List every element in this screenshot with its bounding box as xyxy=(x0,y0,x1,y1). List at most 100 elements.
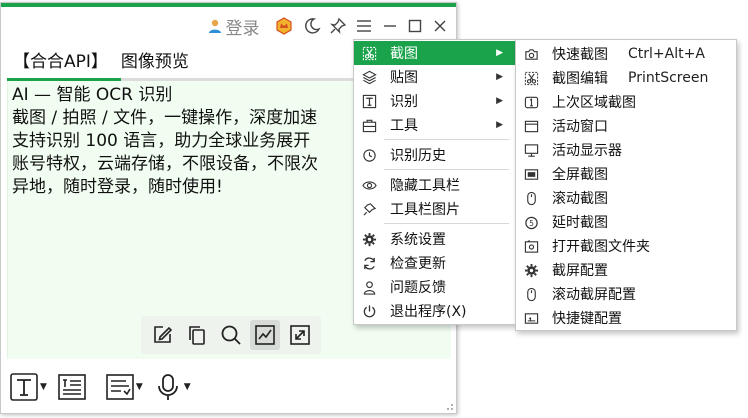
maximize-icon xyxy=(408,19,422,33)
refresh-icon xyxy=(361,255,377,271)
menu-button[interactable] xyxy=(351,9,377,43)
menu-item-screenshot[interactable]: 截图 ▶ xyxy=(354,41,515,65)
fullscreen-icon xyxy=(523,166,539,182)
menu-item-paste[interactable]: 贴图 ▶ xyxy=(354,65,515,89)
last-region-icon xyxy=(523,94,539,110)
title-bar: 登录 xyxy=(1,9,456,43)
submenu-item-scroll-screenshot[interactable]: 滚动截图 xyxy=(516,186,736,210)
pin-icon xyxy=(330,17,347,34)
submenu-item-active-monitor[interactable]: 活动显示器 xyxy=(516,138,736,162)
pin-tool-icon xyxy=(361,201,377,217)
submenu-item-delayed-screenshot[interactable]: 5 延时截图 xyxy=(516,210,736,234)
tab-bar: 【合合API】 图像预览 xyxy=(7,47,196,79)
expand-icon xyxy=(289,325,310,345)
dropdown-caret-icon: ▼ xyxy=(183,382,191,392)
text-mode-dropdown[interactable]: ▼ xyxy=(9,370,53,404)
search-icon xyxy=(221,325,241,345)
submenu-arrow-icon: ▶ xyxy=(496,48,503,58)
menu-item-hide-toolbar[interactable]: 隐藏工具栏 xyxy=(354,173,515,197)
screenshot-scissors-icon xyxy=(361,45,377,61)
minimize-button[interactable] xyxy=(377,9,403,43)
close-button[interactable] xyxy=(427,9,453,43)
context-menu: 截图 ▶ 贴图 ▶ 识别 ▶ 工具 ▶ 识别历史 隐藏工具栏 工具栏图片 系统设… xyxy=(353,39,516,325)
menu-separator xyxy=(384,223,509,224)
close-icon xyxy=(434,20,446,32)
history-icon xyxy=(361,147,377,163)
text-layout-icon xyxy=(106,374,134,400)
menu-item-history[interactable]: 识别历史 xyxy=(354,143,515,167)
monitor-icon xyxy=(523,142,539,158)
submenu-item-quick-screenshot[interactable]: 快速截图 Ctrl+Alt+A xyxy=(516,42,736,66)
submenu-item-active-window[interactable]: 活动窗口 xyxy=(516,114,736,138)
submenu-item-last-region[interactable]: 上次区域截图 xyxy=(516,90,736,114)
submenu-arrow-icon: ▶ xyxy=(496,120,503,130)
gear-icon xyxy=(361,231,377,247)
power-icon xyxy=(361,303,377,319)
maximize-button[interactable] xyxy=(402,9,428,43)
menu-item-toolbar-image[interactable]: 工具栏图片 xyxy=(354,197,515,221)
resize-grip-icon[interactable] xyxy=(444,401,454,411)
hamburger-icon xyxy=(357,20,371,32)
tab-hehe-api[interactable]: 【合合API】 xyxy=(7,47,115,79)
window-accent-bar xyxy=(1,3,456,7)
theme-toggle-button[interactable] xyxy=(299,9,325,43)
menu-item-exit[interactable]: 退出程序(X) xyxy=(354,299,515,323)
fit-view-button[interactable] xyxy=(285,320,315,350)
dropdown-caret-icon: ▼ xyxy=(135,382,143,392)
menu-item-recognize[interactable]: 识别 ▶ xyxy=(354,89,515,113)
submenu-item-open-folder[interactable]: 打开截图文件夹 xyxy=(516,234,736,258)
menu-item-settings[interactable]: 系统设置 xyxy=(354,227,515,251)
edit-button[interactable] xyxy=(147,320,177,350)
layers-icon xyxy=(361,69,377,85)
text-type-icon xyxy=(10,373,38,401)
camera-icon xyxy=(523,46,539,62)
submenu-item-screenshot-config[interactable]: 截屏配置 xyxy=(516,258,736,282)
menu-item-feedback[interactable]: 问题反馈 xyxy=(354,275,515,299)
moon-icon xyxy=(305,18,321,34)
eye-icon xyxy=(361,177,377,193)
text-recognize-icon xyxy=(361,93,377,109)
window-icon xyxy=(523,118,539,134)
gear-icon xyxy=(523,262,539,278)
menu-item-tools[interactable]: 工具 ▶ xyxy=(354,113,515,137)
feedback-user-icon xyxy=(361,279,377,295)
bottom-toolbar: ▼ ▼ ▼ ▼ xyxy=(9,367,197,407)
login-button[interactable]: 登录 xyxy=(201,9,265,43)
submenu-arrow-icon: ▶ xyxy=(496,96,503,106)
menu-separator xyxy=(384,169,509,170)
user-icon xyxy=(208,19,221,33)
menu-item-check-update[interactable]: 检查更新 xyxy=(354,251,515,275)
login-label: 登录 xyxy=(225,18,260,39)
pin-button[interactable] xyxy=(325,9,351,43)
edit-icon xyxy=(154,326,173,343)
search-button[interactable] xyxy=(216,320,246,350)
floating-toolbar xyxy=(141,316,321,354)
submenu-item-screenshot-edit[interactable]: 截图编辑 PrintScreen xyxy=(516,66,736,90)
tab-image-preview[interactable]: 图像预览 xyxy=(115,47,196,79)
toolbox-icon xyxy=(361,117,377,133)
copy-button[interactable] xyxy=(182,320,212,350)
timer-icon: 5 xyxy=(523,214,539,230)
menu-separator xyxy=(384,139,509,140)
submenu-item-hotkey-config[interactable]: 快捷键配置 xyxy=(516,306,736,330)
microphone-icon xyxy=(157,374,178,400)
mouse-scroll-icon xyxy=(523,286,539,302)
voice-dropdown[interactable]: ▼ xyxy=(153,370,197,404)
submenu-item-fullscreen[interactable]: 全屏截图 xyxy=(516,162,736,186)
keyboard-icon xyxy=(523,310,539,326)
screenshot-submenu: 快速截图 Ctrl+Alt+A 截图编辑 PrintScreen 上次区域截图 … xyxy=(515,39,737,331)
vip-button[interactable] xyxy=(271,9,297,43)
line-chart-icon xyxy=(255,325,276,345)
chart-button[interactable] xyxy=(250,320,281,350)
text-block-icon xyxy=(58,374,86,400)
submenu-item-scroll-config[interactable]: 滚动截屏配置 xyxy=(516,282,736,306)
paragraph-button[interactable]: ▼ xyxy=(57,370,101,404)
scissors-icon xyxy=(523,70,539,86)
mouse-icon xyxy=(523,190,539,206)
submenu-arrow-icon: ▶ xyxy=(496,72,503,82)
layout-dropdown[interactable]: ▼ xyxy=(105,370,149,404)
minimize-icon xyxy=(384,25,396,27)
folder-image-icon xyxy=(523,238,539,254)
svg-text:5: 5 xyxy=(529,218,534,227)
dropdown-caret-icon: ▼ xyxy=(40,382,47,392)
